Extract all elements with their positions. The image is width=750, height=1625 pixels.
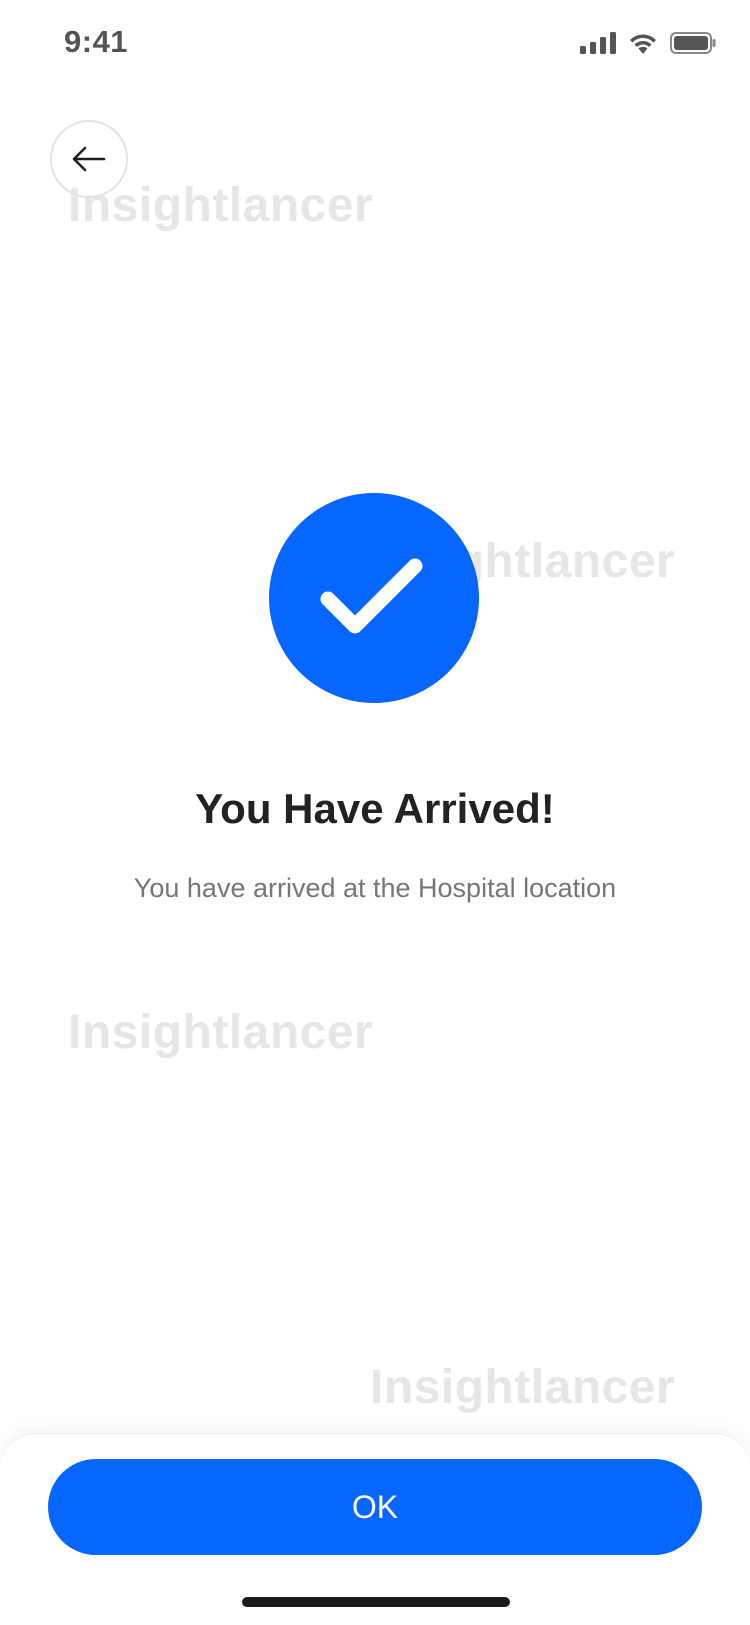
ok-button[interactable]: OK — [48, 1459, 702, 1555]
status-icons — [580, 32, 716, 54]
wifi-icon — [630, 34, 656, 54]
cellular-signal-icon — [580, 32, 616, 54]
battery-icon — [670, 32, 716, 54]
checkmark-icon — [320, 558, 423, 634]
arrow-left-icon — [72, 146, 106, 172]
arrival-title: You Have Arrived! — [195, 785, 555, 832]
status-bar: 9:41 — [0, 0, 750, 92]
success-check-circle — [269, 493, 479, 703]
arrival-message: You have arrived at the Hospital locatio… — [133, 873, 617, 903]
home-indicator — [242, 1597, 510, 1607]
back-button[interactable] — [50, 120, 128, 198]
status-time: 9:41 — [64, 24, 129, 59]
watermark-text: Insightlancer — [370, 1361, 676, 1414]
watermark-text: Insightlancer — [68, 1006, 374, 1059]
